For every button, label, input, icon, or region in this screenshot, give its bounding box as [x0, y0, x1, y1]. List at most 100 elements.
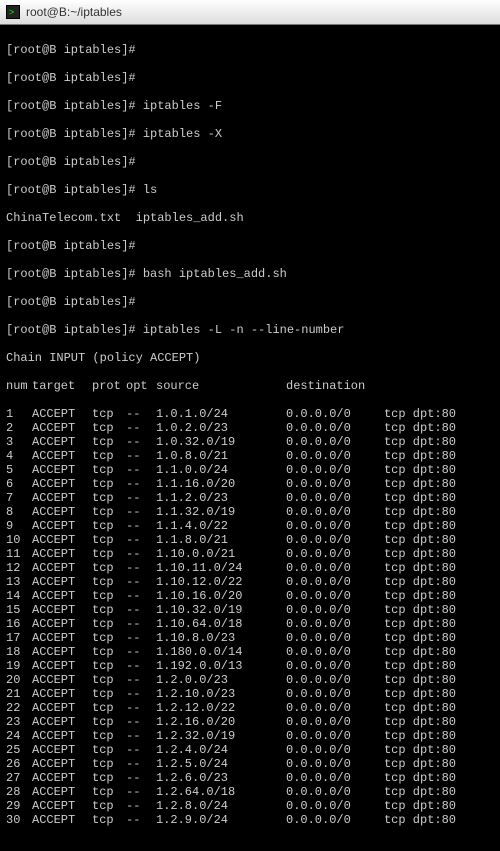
- rule-dst: 0.0.0.0/0: [286, 435, 376, 449]
- rule-dst: 0.0.0.0/0: [286, 463, 376, 477]
- table-row: 22ACCEPTtcp--1.2.12.0/220.0.0.0/0tcp dpt…: [6, 701, 494, 715]
- rule-dst: 0.0.0.0/0: [286, 617, 376, 631]
- rule-src: 1.0.32.0/19: [156, 435, 286, 449]
- rule-extra: tcp dpt:80: [376, 617, 456, 631]
- table-row: 20ACCEPTtcp--1.2.0.0/230.0.0.0/0tcp dpt:…: [6, 673, 494, 687]
- rule-src: 1.2.5.0/24: [156, 757, 286, 771]
- table-row: 12ACCEPTtcp--1.10.11.0/240.0.0.0/0tcp dp…: [6, 561, 494, 575]
- rule-target: ACCEPT: [32, 813, 92, 827]
- rule-num: 5: [6, 463, 32, 477]
- col-opt-header: opt: [126, 379, 156, 393]
- rule-num: 2: [6, 421, 32, 435]
- table-row: 30ACCEPTtcp--1.2.9.0/240.0.0.0/0tcp dpt:…: [6, 813, 494, 827]
- rule-prot: tcp: [92, 785, 126, 799]
- rule-dst: 0.0.0.0/0: [286, 407, 376, 421]
- prompt: [root@B iptables]#: [6, 43, 136, 57]
- terminal-icon: >: [6, 5, 20, 19]
- rule-prot: tcp: [92, 547, 126, 561]
- rule-src: 1.2.32.0/19: [156, 729, 286, 743]
- rule-opt: --: [126, 813, 156, 827]
- prompt: [root@B iptables]#: [6, 99, 136, 113]
- rule-prot: tcp: [92, 631, 126, 645]
- rule-target: ACCEPT: [32, 561, 92, 575]
- rule-num: 13: [6, 575, 32, 589]
- rule-src: 1.192.0.0/13: [156, 659, 286, 673]
- rule-src: 1.180.0.0/14: [156, 645, 286, 659]
- rule-dst: 0.0.0.0/0: [286, 561, 376, 575]
- rule-opt: --: [126, 729, 156, 743]
- rule-opt: --: [126, 449, 156, 463]
- rule-opt: --: [126, 715, 156, 729]
- rule-extra: tcp dpt:80: [376, 477, 456, 491]
- table-row: 4ACCEPTtcp--1.0.8.0/210.0.0.0/0tcp dpt:8…: [6, 449, 494, 463]
- rule-prot: tcp: [92, 715, 126, 729]
- rule-extra: tcp dpt:80: [376, 407, 456, 421]
- rule-prot: tcp: [92, 519, 126, 533]
- rule-dst: 0.0.0.0/0: [286, 701, 376, 715]
- col-target-header: target: [32, 379, 92, 393]
- prompt-line: [root@B iptables]#: [6, 295, 494, 309]
- rule-prot: tcp: [92, 561, 126, 575]
- cmd-line: [root@B iptables]# ls: [6, 183, 494, 197]
- rule-target: ACCEPT: [32, 617, 92, 631]
- prompt: [root@B iptables]#: [6, 267, 136, 281]
- rule-opt: --: [126, 421, 156, 435]
- rule-dst: 0.0.0.0/0: [286, 589, 376, 603]
- table-row: 1ACCEPTtcp--1.0.1.0/240.0.0.0/0tcp dpt:8…: [6, 407, 494, 421]
- rule-dst: 0.0.0.0/0: [286, 477, 376, 491]
- rule-extra: tcp dpt:80: [376, 645, 456, 659]
- prompt: [root@B iptables]#: [6, 155, 136, 169]
- rule-dst: 0.0.0.0/0: [286, 715, 376, 729]
- rule-num: 29: [6, 799, 32, 813]
- rule-num: 7: [6, 491, 32, 505]
- rule-num: 10: [6, 533, 32, 547]
- rule-src: 1.2.12.0/22: [156, 701, 286, 715]
- rule-opt: --: [126, 589, 156, 603]
- rule-extra: tcp dpt:80: [376, 743, 456, 757]
- rule-src: 1.1.16.0/20: [156, 477, 286, 491]
- table-row: 14ACCEPTtcp--1.10.16.0/200.0.0.0/0tcp dp…: [6, 589, 494, 603]
- table-row: 13ACCEPTtcp--1.10.12.0/220.0.0.0/0tcp dp…: [6, 575, 494, 589]
- table-row: 2ACCEPTtcp--1.0.2.0/230.0.0.0/0tcp dpt:8…: [6, 421, 494, 435]
- rule-opt: --: [126, 407, 156, 421]
- prompt: [root@B iptables]#: [6, 323, 136, 337]
- rule-extra: tcp dpt:80: [376, 757, 456, 771]
- prompt: [root@B iptables]#: [6, 127, 136, 141]
- prompt-line: [root@B iptables]#: [6, 239, 494, 253]
- rule-src: 1.1.2.0/23: [156, 491, 286, 505]
- rule-prot: tcp: [92, 603, 126, 617]
- rule-opt: --: [126, 659, 156, 673]
- rule-extra: tcp dpt:80: [376, 701, 456, 715]
- rule-num: 14: [6, 589, 32, 603]
- rule-extra: tcp dpt:80: [376, 533, 456, 547]
- rule-target: ACCEPT: [32, 547, 92, 561]
- rule-num: 8: [6, 505, 32, 519]
- rule-extra: tcp dpt:80: [376, 519, 456, 533]
- table-row: 28ACCEPTtcp--1.2.64.0/180.0.0.0/0tcp dpt…: [6, 785, 494, 799]
- terminal-output[interactable]: [root@B iptables]# [root@B iptables]# [r…: [0, 25, 500, 851]
- rule-src: 1.10.8.0/23: [156, 631, 286, 645]
- command-text: iptables -X: [143, 127, 222, 141]
- prompt: [root@B iptables]#: [6, 239, 136, 253]
- rule-num: 18: [6, 645, 32, 659]
- rule-src: 1.2.4.0/24: [156, 743, 286, 757]
- rule-opt: --: [126, 533, 156, 547]
- file-list: ChinaTelecom.txt iptables_add.sh: [6, 211, 244, 225]
- rule-num: 22: [6, 701, 32, 715]
- rule-prot: tcp: [92, 533, 126, 547]
- rule-target: ACCEPT: [32, 645, 92, 659]
- table-row: 29ACCEPTtcp--1.2.8.0/240.0.0.0/0tcp dpt:…: [6, 799, 494, 813]
- rule-extra: tcp dpt:80: [376, 491, 456, 505]
- rule-dst: 0.0.0.0/0: [286, 421, 376, 435]
- rule-dst: 0.0.0.0/0: [286, 799, 376, 813]
- rule-prot: tcp: [92, 449, 126, 463]
- rule-extra: tcp dpt:80: [376, 561, 456, 575]
- rule-dst: 0.0.0.0/0: [286, 603, 376, 617]
- rule-extra: tcp dpt:80: [376, 813, 456, 827]
- svg-text:>: >: [9, 7, 14, 17]
- rule-opt: --: [126, 477, 156, 491]
- rule-extra: tcp dpt:80: [376, 603, 456, 617]
- rule-target: ACCEPT: [32, 449, 92, 463]
- rule-prot: tcp: [92, 435, 126, 449]
- rule-extra: tcp dpt:80: [376, 785, 456, 799]
